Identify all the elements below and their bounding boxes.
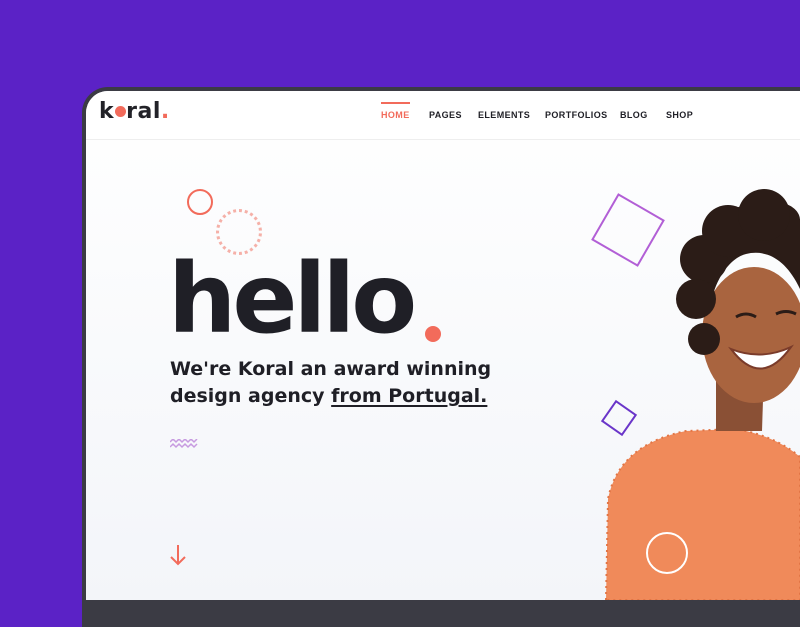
browser-screen: k ral. HOME PAGES ELEMENTS PORTFOLIOS BLO… <box>86 91 800 600</box>
nav-item-home[interactable]: HOME <box>381 102 410 120</box>
tagline-location-link[interactable]: from Portugal. <box>331 385 487 407</box>
hero-headline: hello <box>168 243 417 355</box>
nav-item-blog[interactable]: BLOG <box>620 110 648 120</box>
tagline-line-2: design agency <box>170 385 332 407</box>
white-circle-decoration <box>646 532 688 574</box>
site-header: k ral. HOME PAGES ELEMENTS PORTFOLIOS BLO… <box>86 91 800 140</box>
zigzag-decoration-icon <box>170 439 198 449</box>
nav-item-shop[interactable]: SHOP <box>666 110 693 120</box>
nav-item-elements[interactable]: ELEMENTS <box>478 110 530 120</box>
nav-item-pages[interactable]: PAGES <box>429 110 462 120</box>
circle-outline-decoration <box>187 189 213 215</box>
tagline-line-1: We're Koral an award winning <box>170 358 492 380</box>
nav-item-portfolios[interactable]: PORTFOLIOS <box>545 110 608 120</box>
headline-dot <box>425 326 441 342</box>
arrow-down-icon[interactable] <box>168 543 188 567</box>
hero-tagline: We're Koral an award winning design agen… <box>170 356 530 410</box>
main-nav: HOME PAGES ELEMENTS PORTFOLIOS BLOG SHOP <box>86 91 800 139</box>
